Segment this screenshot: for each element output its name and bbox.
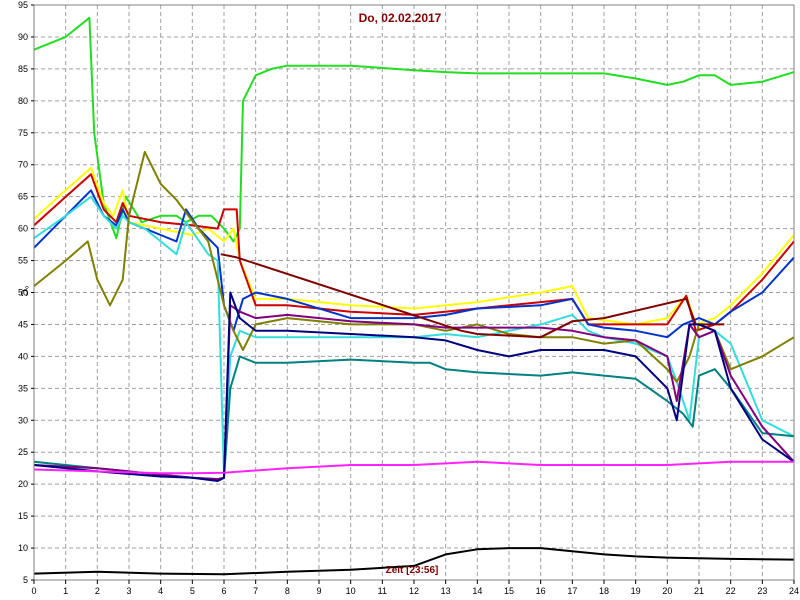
- x-tick-label: 7: [253, 586, 258, 596]
- x-tick-label: 20: [662, 586, 672, 596]
- x-tick-label: 22: [726, 586, 736, 596]
- x-tick-label: 8: [285, 586, 290, 596]
- x-tick-label: 24: [789, 586, 799, 596]
- x-tick-label: 13: [441, 586, 451, 596]
- x-tick-label: 23: [757, 586, 767, 596]
- y-tick-label: 55: [18, 256, 28, 266]
- x-tick-label: 2: [95, 586, 100, 596]
- y-tick-label: 20: [18, 479, 28, 489]
- y-tick-label: 25: [18, 447, 28, 457]
- x-tick-label: 6: [221, 586, 226, 596]
- x-tick-label: 17: [567, 586, 577, 596]
- y-tick-label: 75: [18, 128, 28, 138]
- x-tick-label: 10: [346, 586, 356, 596]
- x-tick-label: 16: [536, 586, 546, 596]
- x-tick-label: 21: [694, 586, 704, 596]
- y-tick-label: 70: [18, 160, 28, 170]
- y-axis-label: °C: [18, 285, 29, 296]
- x-tick-label: 15: [504, 586, 514, 596]
- x-tick-label: 19: [631, 586, 641, 596]
- y-tick-label: 95: [18, 0, 28, 10]
- y-tick-label: 80: [18, 96, 28, 106]
- y-tick-label: 35: [18, 383, 28, 393]
- x-tick-label: 1: [63, 586, 68, 596]
- y-tick-label: 15: [18, 511, 28, 521]
- y-tick-label: 10: [18, 543, 28, 553]
- y-tick-label: 60: [18, 224, 28, 234]
- x-tick-label: 3: [126, 586, 131, 596]
- x-tick-label: 9: [316, 586, 321, 596]
- x-tick-label: 11: [378, 586, 387, 596]
- y-tick-label: 85: [18, 64, 28, 74]
- y-tick-label: 90: [18, 32, 28, 42]
- x-axis-label: Zeit [23:56]: [386, 565, 439, 576]
- chart-title: Do, 02.02.2017: [359, 11, 442, 25]
- x-tick-label: 14: [472, 586, 482, 596]
- y-tick-label: 5: [23, 575, 28, 585]
- x-tick-label: 5: [190, 586, 195, 596]
- temperature-chart: 0 1 2 3 4 5 6 7 8 9 10 11 12 13 14 15 16 17 18 19 20 21 22 23 24…: [0, 0, 800, 600]
- x-tick-label: 12: [409, 586, 419, 596]
- y-tick-label: 65: [18, 192, 28, 202]
- y-tick-label: 45: [18, 319, 28, 329]
- x-tick-label: 18: [599, 586, 609, 596]
- y-tick-label: 40: [18, 351, 28, 361]
- y-tick-label: 30: [18, 415, 28, 425]
- x-tick-label: 0: [31, 586, 36, 596]
- x-tick-label: 4: [158, 586, 163, 596]
